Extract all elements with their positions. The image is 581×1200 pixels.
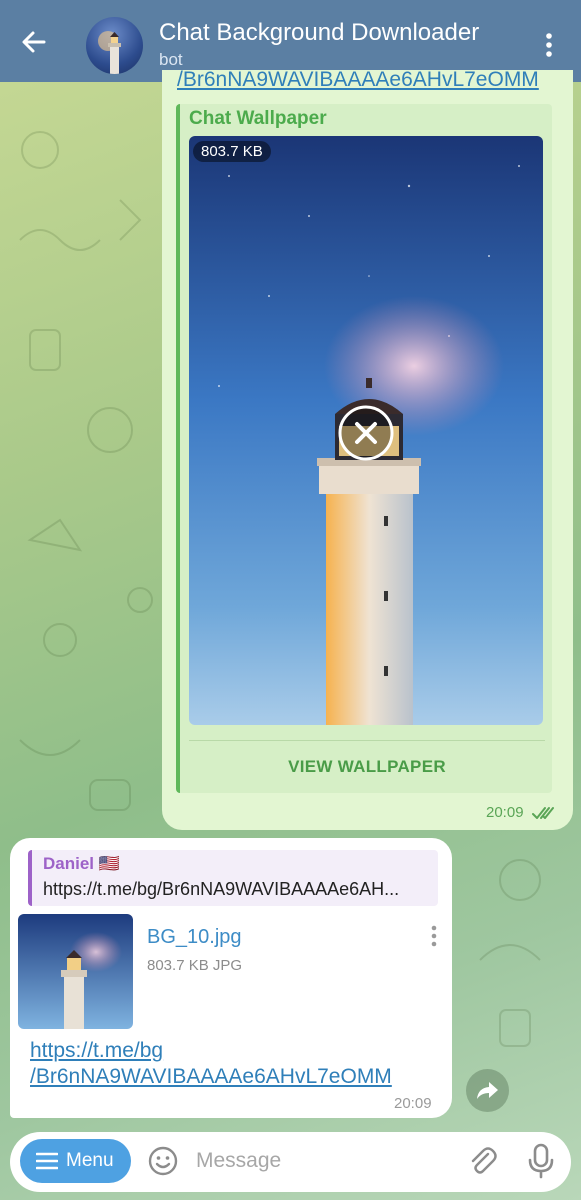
link-line-1: https://t.me/bg [30, 1039, 164, 1062]
chat-subtitle: bot [159, 50, 183, 69]
view-wallpaper-button[interactable]: VIEW WALLPAPER [189, 744, 545, 790]
bot-avatar[interactable] [86, 17, 143, 74]
mic-icon[interactable] [526, 1143, 556, 1179]
share-icon [477, 1082, 498, 1099]
reply-author: Daniel 🇺🇸 [43, 854, 120, 873]
bot-menu-button[interactable]: Menu [20, 1139, 131, 1183]
message-link[interactable]: https://t.me/bg /Br6nNA9WAVIBAAAAe6AHvL7… [30, 1038, 430, 1090]
back-arrow-icon[interactable] [18, 26, 50, 58]
share-button[interactable] [466, 1069, 509, 1112]
menu-label: Menu [66, 1150, 114, 1171]
kebab-menu-icon[interactable] [537, 32, 561, 58]
lighthouse-icon [98, 31, 121, 74]
file-thumbnail[interactable] [18, 914, 133, 1029]
emoji-icon[interactable] [147, 1145, 179, 1177]
message-time: 20:09 [486, 804, 524, 821]
double-check-icon [532, 807, 554, 819]
message-time: 20:09 [394, 1095, 432, 1112]
reply-text: https://t.me/bg/Br6nNA9WAVIBAAAAe6AH... [43, 879, 400, 899]
preview-title: Chat Wallpaper [189, 108, 327, 129]
file-size-badge: 803.7 KB [193, 141, 271, 162]
chat-title: Chat Background Downloader [159, 19, 480, 46]
file-name[interactable]: BG_10.jpg [147, 926, 242, 949]
hamburger-icon [36, 1152, 58, 1170]
message-input[interactable] [196, 1146, 446, 1176]
file-meta: 803.7 KB JPG [147, 957, 243, 974]
message-link[interactable]: /Br6nNA9WAVIBAAAAe6AHvL7eOMM [177, 68, 555, 96]
attach-icon[interactable] [466, 1144, 498, 1178]
card-divider [189, 740, 545, 741]
file-menu-icon[interactable] [429, 924, 439, 948]
link-line-2: /Br6nNA9WAVIBAAAAe6AHvL7eOMM [30, 1065, 392, 1088]
cancel-download-icon[interactable] [338, 405, 394, 461]
